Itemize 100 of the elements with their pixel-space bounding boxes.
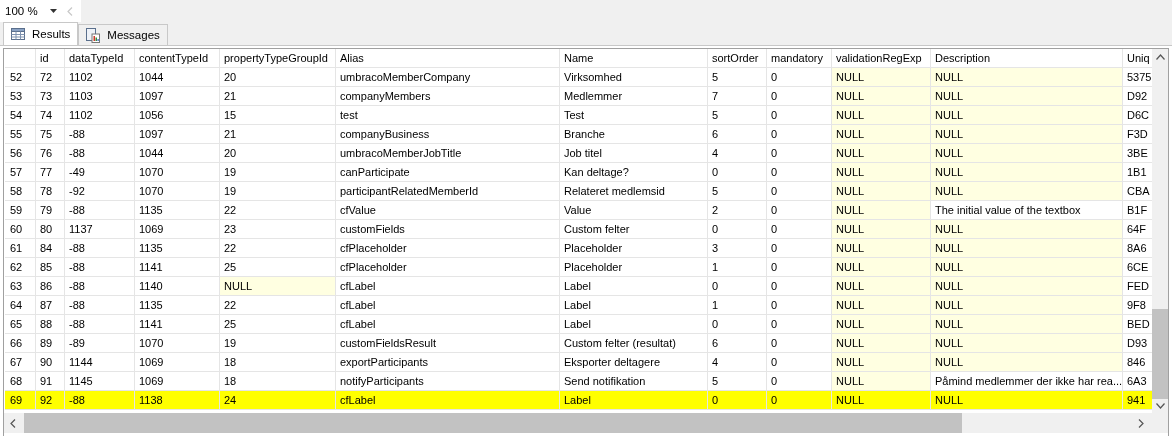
table-cell: -88 — [65, 296, 135, 315]
table-cell: 89 — [36, 334, 65, 353]
row-number: 62 — [5, 258, 36, 277]
column-header[interactable]: sortOrder — [708, 49, 767, 68]
caret-icon — [50, 9, 57, 13]
vertical-scrollbar[interactable] — [1152, 49, 1168, 413]
table-cell: Kan deltage? — [560, 163, 708, 182]
scrollbar-thumb[interactable] — [24, 413, 962, 433]
row-number: 58 — [5, 182, 36, 201]
table-cell: Placeholder — [560, 239, 708, 258]
table-cell: 79 — [36, 201, 65, 220]
table-cell: 1135 — [135, 296, 220, 315]
table-cell: 0 — [708, 163, 767, 182]
table-cell: NULL — [832, 296, 931, 315]
table-cell: 1070 — [135, 163, 220, 182]
column-header[interactable]: id — [36, 49, 65, 68]
tab[interactable]: Messages — [78, 24, 168, 45]
table-cell: NULL — [220, 277, 336, 296]
table-cell: cfLabel — [336, 315, 560, 334]
row-number: 57 — [5, 163, 36, 182]
header-corner[interactable] — [5, 49, 36, 68]
table-cell: 77 — [36, 163, 65, 182]
table-cell: NULL — [832, 68, 931, 87]
table-cell: cfValue — [336, 201, 560, 220]
table-cell: participantRelatedMemberId — [336, 182, 560, 201]
table-cell: NULL — [931, 315, 1123, 334]
table-cell: -88 — [65, 277, 135, 296]
column-header[interactable]: contentTypeId — [135, 49, 220, 68]
table-cell: NULL — [931, 334, 1123, 353]
row-number: 60 — [5, 220, 36, 239]
table-cell: NULL — [931, 144, 1123, 163]
horizontal-scrollbar[interactable] — [4, 413, 1152, 433]
table-cell: 25 — [220, 315, 336, 334]
table-cell: -92 — [65, 182, 135, 201]
table-cell: 1103 — [65, 87, 135, 106]
table-cell: NULL — [931, 87, 1123, 106]
table-cell: 7 — [708, 87, 767, 106]
table-cell: 1141 — [135, 258, 220, 277]
table-cell: 19 — [220, 182, 336, 201]
scroll-up-icon[interactable] — [1155, 54, 1165, 60]
table-cell: NULL — [832, 220, 931, 239]
scroll-right-icon[interactable] — [1138, 418, 1144, 428]
table-cell: NULL — [931, 353, 1123, 372]
table-cell: Custom felter (resultat) — [560, 334, 708, 353]
table-cell: companyBusiness — [336, 125, 560, 144]
table-cell: 22 — [220, 201, 336, 220]
table-cell: Label — [560, 277, 708, 296]
grid-icon — [11, 28, 25, 40]
table-cell: NULL — [931, 182, 1123, 201]
scrollbar-thumb[interactable] — [1152, 309, 1168, 399]
table-cell: 5 — [708, 68, 767, 87]
table-cell: 92 — [36, 391, 65, 410]
table-cell: Job titel — [560, 144, 708, 163]
table-cell: NULL — [832, 353, 931, 372]
table-cell: 84 — [36, 239, 65, 258]
table-cell: 1044 — [135, 144, 220, 163]
table-cell: Eksporter deltagere — [560, 353, 708, 372]
table-cell: 1 — [708, 258, 767, 277]
table-cell: 1069 — [135, 220, 220, 239]
column-header[interactable]: validationRegExp — [832, 49, 931, 68]
table-cell: NULL — [832, 372, 931, 391]
column-header[interactable]: Alias — [336, 49, 560, 68]
table-cell: Virksomhed — [560, 68, 708, 87]
table-cell: Branche — [560, 125, 708, 144]
table-cell: umbracoMemberJobTitle — [336, 144, 560, 163]
table-cell: NULL — [931, 220, 1123, 239]
column-header[interactable]: mandatory — [767, 49, 832, 68]
table-cell: 20 — [220, 144, 336, 163]
table-cell: -49 — [65, 163, 135, 182]
column-header[interactable]: propertyTypeGroupId — [220, 49, 336, 68]
table-cell: 1138 — [135, 391, 220, 410]
table-cell: test — [336, 106, 560, 125]
table-cell: -88 — [65, 391, 135, 410]
table-cell: NULL — [832, 391, 931, 410]
table-cell: 1135 — [135, 239, 220, 258]
table-cell: 80 — [36, 220, 65, 239]
table-cell: Relateret medlemsid — [560, 182, 708, 201]
row-number: 67 — [5, 353, 36, 372]
table-cell: 0 — [708, 315, 767, 334]
table-cell: umbracoMemberCompany — [336, 68, 560, 87]
table-cell: 0 — [708, 220, 767, 239]
row-number: 52 — [5, 68, 36, 87]
table-cell: 1144 — [65, 353, 135, 372]
table-cell: -88 — [65, 239, 135, 258]
table-cell: 0 — [708, 277, 767, 296]
column-header[interactable]: Name — [560, 49, 708, 68]
table-cell: 90 — [36, 353, 65, 372]
tab[interactable]: Results — [3, 22, 79, 45]
table-cell: NULL — [931, 68, 1123, 87]
table-cell: 19 — [220, 334, 336, 353]
row-number: 64 — [5, 296, 36, 315]
table-cell: Value — [560, 201, 708, 220]
column-header[interactable]: dataTypeId — [65, 49, 135, 68]
table-cell: 1102 — [65, 106, 135, 125]
table-cell: NULL — [832, 163, 931, 182]
table-cell: Placeholder — [560, 258, 708, 277]
scroll-left-icon[interactable] — [10, 418, 16, 428]
column-header[interactable]: Description — [931, 49, 1123, 68]
table-cell: 15 — [220, 106, 336, 125]
scroll-down-icon[interactable] — [1155, 403, 1165, 409]
